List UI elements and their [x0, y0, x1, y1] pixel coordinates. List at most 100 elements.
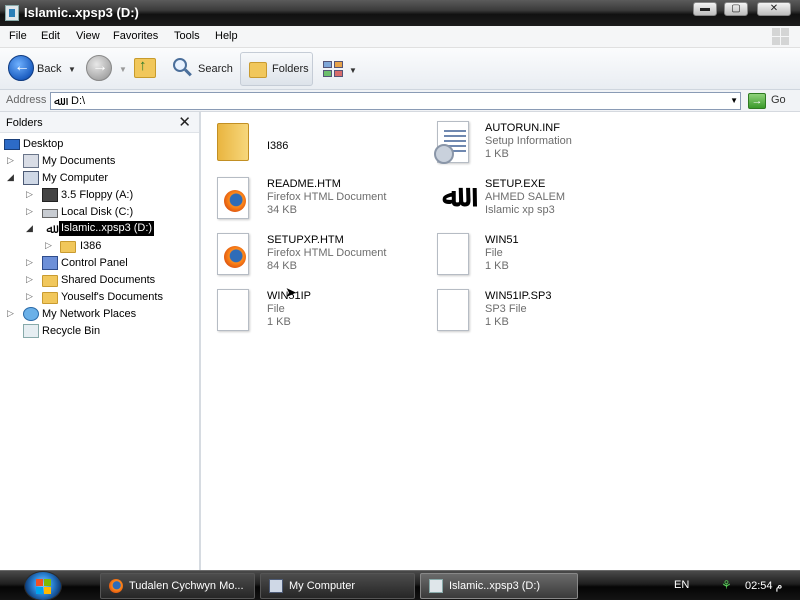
taskbar-item-label: Islamic..xpsp3 (D:) — [449, 580, 541, 592]
collapse-arrow-icon[interactable]: ◢ — [7, 172, 14, 183]
taskbar: Tudalen Cychwyn Mo... My Computer Islami… — [0, 570, 800, 600]
tree-item-shared-documents[interactable]: ▷ Shared Documents — [0, 272, 199, 289]
tree-item-label: Desktop — [23, 138, 64, 150]
expand-arrow-icon[interactable]: ▷ — [26, 206, 33, 217]
tree-item-my-documents[interactable]: ▷ My Documents — [0, 153, 199, 170]
menu-favorites[interactable]: Favorites — [113, 30, 158, 42]
address-value[interactable]: D:\ — [71, 95, 85, 107]
file-item-readme[interactable]: README.HTM Firefox HTML Document 34 KB — [209, 173, 419, 227]
toolbar: Back ▼ ▼ Search Folders ▼ — [0, 48, 800, 90]
expand-arrow-icon[interactable]: ▷ — [26, 291, 33, 302]
mouse-cursor-icon: ➤ — [285, 284, 297, 300]
blank-file-icon — [427, 285, 471, 333]
firefox-icon — [209, 229, 253, 277]
start-button[interactable] — [24, 571, 62, 600]
tree-item-local-disk[interactable]: ▷ Local Disk (C:) — [0, 204, 199, 221]
folder-icon — [249, 62, 267, 78]
cd-drive-icon: ﷲ — [46, 221, 54, 236]
disk-icon — [42, 209, 58, 218]
expand-arrow-icon[interactable]: ▷ — [26, 257, 33, 268]
address-bar: Address ﷲ D:\ ▼ → Go — [0, 90, 800, 112]
go-arrow-icon[interactable]: → — [748, 93, 766, 109]
expand-arrow-icon[interactable]: ▷ — [7, 155, 14, 166]
close-pane-icon[interactable]: ✕ — [178, 113, 191, 131]
file-item-win51[interactable]: WIN51 File 1 KB — [427, 229, 637, 283]
go-button-label[interactable]: Go — [771, 94, 786, 106]
maximize-button[interactable]: ▢ — [724, 2, 748, 16]
windows-logo-icon — [772, 28, 790, 46]
back-dropdown-icon[interactable]: ▼ — [68, 65, 76, 74]
folders-button-label: Folders — [272, 63, 309, 75]
expand-arrow-icon[interactable]: ▷ — [26, 274, 33, 285]
file-item-i386[interactable]: I386 — [209, 117, 419, 171]
tree-item-label: Islamic..xpsp3 (D:) — [59, 221, 155, 236]
tree-item-my-computer[interactable]: ◢ My Computer — [0, 170, 199, 187]
network-tray-icon[interactable]: ⚘ — [721, 578, 735, 592]
up-folder-icon[interactable] — [134, 57, 156, 78]
tree-item-label: My Network Places — [42, 308, 137, 320]
views-dropdown-icon[interactable]: ▼ — [349, 66, 357, 75]
address-input[interactable]: ﷲ D:\ ▼ — [50, 92, 741, 110]
address-label: Address — [6, 94, 47, 106]
views-icon[interactable] — [323, 61, 345, 79]
menu-bar: File Edit View Favorites Tools Help — [0, 26, 800, 48]
clock[interactable]: 02:54 م — [745, 579, 782, 592]
file-size: 1 KB — [267, 316, 291, 328]
title-bar[interactable]: Islamic..xpsp3 (D:) ▬ ▢ ✕ — [0, 0, 800, 26]
tree-item-desktop[interactable]: Desktop — [0, 136, 199, 153]
blank-file-icon — [209, 285, 253, 333]
menu-file[interactable]: File — [9, 30, 27, 42]
folders-button[interactable]: Folders — [240, 52, 313, 86]
tree-item-islamic-drive[interactable]: ◢ ﷲ Islamic..xpsp3 (D:) — [0, 221, 199, 238]
tree-item-i386[interactable]: ▷ I386 — [0, 238, 199, 255]
file-name: SETUP.EXE — [485, 178, 546, 190]
taskbar-item-firefox[interactable]: Tudalen Cychwyn Mo... — [100, 573, 255, 599]
address-dropdown-icon[interactable]: ▼ — [730, 96, 738, 105]
file-item-autorun[interactable]: AUTORUN.INF Setup Information 1 KB — [427, 117, 637, 171]
minimize-button[interactable]: ▬ — [693, 2, 717, 16]
file-item-setup-exe[interactable]: ﷲ SETUP.EXE AHMED SALEM Islamic xp sp3 — [427, 173, 637, 227]
collapse-arrow-icon[interactable]: ◢ — [26, 223, 33, 234]
file-item-setupxp[interactable]: SETUPXP.HTM Firefox HTML Document 84 KB — [209, 229, 419, 283]
tree-item-my-network-places[interactable]: ▷ My Network Places — [0, 306, 199, 323]
tree-item-control-panel[interactable]: ▷ Control Panel — [0, 255, 199, 272]
taskbar-item-explorer[interactable]: Islamic..xpsp3 (D:) — [420, 573, 578, 599]
file-view: I386 AUTORUN.INF Setup Information 1 KB … — [203, 112, 800, 570]
tree-item-label: Control Panel — [61, 257, 128, 269]
close-button[interactable]: ✕ — [757, 2, 791, 16]
tree-item-youselfs-documents[interactable]: ▷ Youself's Documents — [0, 289, 199, 306]
folder-icon — [42, 292, 58, 304]
file-size: 1 KB — [485, 148, 509, 160]
file-item-win51ip[interactable]: WIN51IP File 1 KB — [209, 285, 419, 339]
forward-arrow-icon[interactable] — [86, 55, 112, 81]
file-type: File — [267, 303, 285, 315]
expand-arrow-icon[interactable]: ▷ — [7, 308, 14, 319]
tree-item-floppy[interactable]: ▷ 3.5 Floppy (A:) — [0, 187, 199, 204]
file-item-win51ip-sp3[interactable]: WIN51IP.SP3 SP3 File 1 KB — [427, 285, 637, 339]
menu-edit[interactable]: Edit — [41, 30, 60, 42]
file-type: SP3 File — [485, 303, 527, 315]
search-button-label[interactable]: Search — [198, 63, 233, 75]
language-indicator[interactable]: EN — [674, 579, 689, 591]
menu-view[interactable]: View — [76, 30, 100, 42]
menu-help[interactable]: Help — [215, 30, 238, 42]
tree-item-label: Shared Documents — [61, 274, 156, 286]
expand-arrow-icon[interactable]: ▷ — [26, 189, 33, 200]
file-type: Setup Information — [485, 135, 572, 147]
search-icon[interactable] — [173, 58, 187, 72]
explorer-icon — [429, 579, 443, 593]
tree-item-label: Youself's Documents — [61, 291, 163, 303]
file-name: SETUPXP.HTM — [267, 234, 344, 246]
menu-tools[interactable]: Tools — [174, 30, 200, 42]
blank-file-icon — [427, 229, 471, 277]
tree-item-recycle-bin[interactable]: Recycle Bin — [0, 323, 199, 340]
taskbar-item-my-computer[interactable]: My Computer — [260, 573, 415, 599]
file-size: 84 KB — [267, 260, 297, 272]
file-type: Firefox HTML Document — [267, 247, 387, 259]
explorer-window-icon — [5, 5, 19, 21]
folder-icon — [60, 241, 76, 253]
expand-arrow-icon[interactable]: ▷ — [45, 240, 52, 251]
back-button-label[interactable]: Back — [37, 63, 61, 75]
forward-dropdown-icon[interactable]: ▼ — [119, 65, 127, 74]
back-arrow-icon[interactable] — [8, 55, 34, 81]
